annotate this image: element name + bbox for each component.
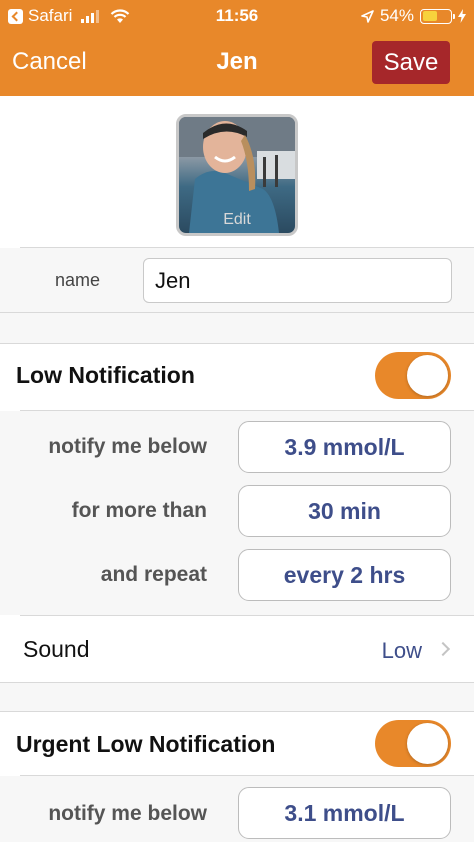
battery-icon: [420, 8, 455, 24]
name-input[interactable]: Jen: [143, 258, 452, 303]
low-notification-title: Low Notification: [16, 362, 195, 388]
toggle-knob: [407, 723, 448, 764]
low-duration-value[interactable]: 30 min: [238, 485, 451, 537]
location-arrow-icon: [361, 9, 374, 23]
notify-below-label: notify me below: [48, 435, 207, 458]
sound-label: Sound: [23, 636, 90, 662]
divider: [0, 343, 474, 344]
repeat-label: and repeat: [100, 563, 207, 586]
urgent-low-notification-title: Urgent Low Notification: [16, 731, 276, 757]
profile-photo[interactable]: Edit: [176, 114, 298, 236]
navigation-header: Safari 11:56 54% Cancel Jen Save: [0, 0, 474, 96]
low-threshold-value[interactable]: 3.9 mmol/L: [238, 421, 451, 473]
section-gap: [0, 313, 474, 343]
status-right: 54%: [361, 6, 466, 26]
charging-bolt-icon: [458, 9, 466, 23]
duration-label: for more than: [71, 499, 207, 522]
status-bar: Safari 11:56 54%: [0, 0, 474, 32]
save-button[interactable]: Save: [372, 41, 450, 84]
urgent-low-notification-toggle[interactable]: [375, 720, 451, 767]
name-label: name: [55, 270, 101, 290]
cancel-button[interactable]: Cancel: [12, 48, 87, 76]
sound-value: Low: [381, 638, 422, 663]
low-notification-toggle[interactable]: [375, 352, 451, 399]
urgent-threshold-value[interactable]: 3.1 mmol/L: [238, 787, 451, 839]
edit-photo-label[interactable]: Edit: [179, 211, 295, 229]
toggle-knob: [407, 355, 448, 396]
divider: [0, 711, 474, 712]
low-sound-row[interactable]: Sound Low: [0, 616, 474, 682]
section-gap: [0, 683, 474, 711]
battery-percent: 54%: [379, 6, 414, 25]
chevron-right-icon: [435, 641, 451, 657]
battery-level-fill: [422, 11, 438, 21]
low-repeat-value[interactable]: every 2 hrs: [238, 549, 451, 601]
notify-below-label: notify me below: [48, 802, 207, 825]
